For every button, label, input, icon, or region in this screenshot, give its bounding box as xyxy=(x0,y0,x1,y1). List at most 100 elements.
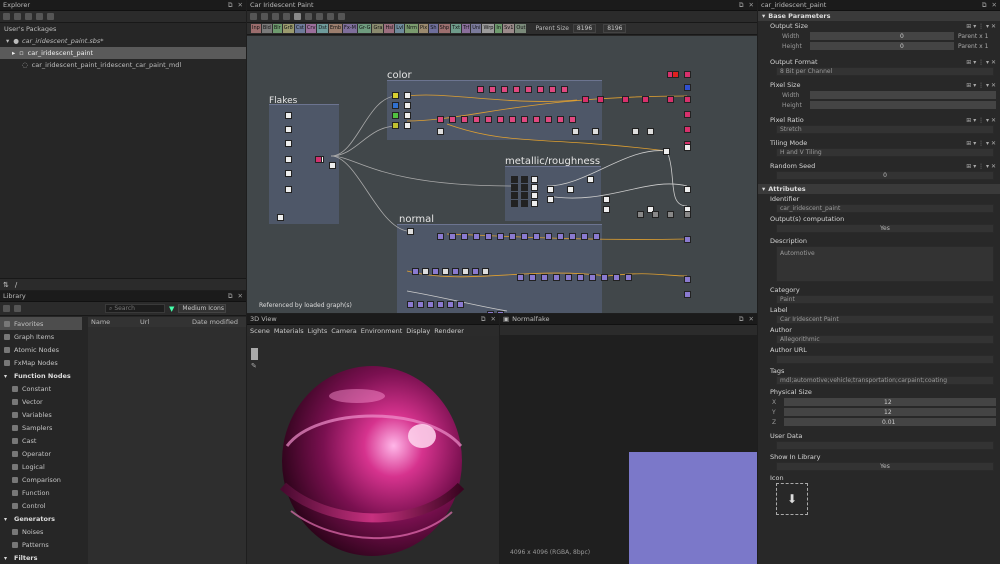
param-menu-icon[interactable]: ⊞ ▾ ⋮ ▾ ✕ xyxy=(966,163,996,170)
expand-icon[interactable]: ▾ xyxy=(6,37,9,45)
author-field[interactable]: Allegorithmic xyxy=(776,335,994,344)
column-name[interactable]: Name xyxy=(88,318,140,326)
graph-node[interactable] xyxy=(684,111,691,118)
graph-tool-icon[interactable] xyxy=(261,13,268,20)
node-tag[interactable]: Blr xyxy=(272,24,282,33)
graph-node[interactable] xyxy=(545,233,552,240)
graph-node[interactable] xyxy=(442,268,449,275)
pixel-width-slider[interactable] xyxy=(810,91,996,99)
graph-node[interactable] xyxy=(557,233,564,240)
graph-node[interactable] xyxy=(603,196,610,203)
graph-node[interactable] xyxy=(461,116,468,123)
library-category[interactable]: Operator xyxy=(0,447,82,460)
physical-y-slider[interactable]: 12 xyxy=(784,408,996,416)
graph-node[interactable] xyxy=(511,192,518,199)
node-tag[interactable]: Out xyxy=(515,24,527,33)
graph-node[interactable] xyxy=(521,192,528,199)
filter-funnel-icon[interactable]: ▼ xyxy=(169,305,174,313)
graph-node[interactable] xyxy=(582,96,589,103)
parent-size-select[interactable]: 8196 xyxy=(572,24,597,33)
pixel-height-slider[interactable] xyxy=(810,101,996,109)
base-parameters-header[interactable]: ▾ Base Parameters xyxy=(758,11,1000,21)
menu-environment[interactable]: Environment xyxy=(361,327,403,335)
node-tag[interactable]: Txt xyxy=(451,24,462,33)
graph-node[interactable] xyxy=(684,96,691,103)
graph-node[interactable] xyxy=(473,116,480,123)
graph-node[interactable] xyxy=(485,233,492,240)
graph-node[interactable] xyxy=(531,176,538,183)
graph-node[interactable] xyxy=(647,128,654,135)
graph-node[interactable] xyxy=(285,140,292,147)
user-data-field[interactable] xyxy=(776,441,994,450)
graph-node[interactable] xyxy=(404,122,411,129)
graph-node[interactable] xyxy=(437,116,444,123)
graph-node[interactable] xyxy=(404,112,411,119)
node-tag[interactable]: Crv xyxy=(305,24,317,33)
graph-node[interactable] xyxy=(285,112,292,119)
graph-node[interactable] xyxy=(533,116,540,123)
graph-node[interactable] xyxy=(581,233,588,240)
library-category[interactable]: ▾ Filters xyxy=(0,551,82,564)
graph-tool-icon[interactable] xyxy=(283,13,290,20)
graph-node[interactable] xyxy=(315,156,322,163)
graph-node[interactable] xyxy=(437,128,444,135)
graph-node[interactable] xyxy=(473,233,480,240)
graph-node[interactable] xyxy=(501,86,508,93)
library-category[interactable]: Comparison xyxy=(0,473,82,486)
graph-node[interactable] xyxy=(529,274,536,281)
graph-node[interactable] xyxy=(642,96,649,103)
library-category[interactable]: Vector xyxy=(0,395,82,408)
graph-tool-icon[interactable] xyxy=(327,13,334,20)
node-tag[interactable]: Nrm xyxy=(405,24,418,33)
graph-node[interactable] xyxy=(531,192,538,199)
library-category[interactable]: FxMap Nodes xyxy=(0,356,82,369)
graph-node[interactable] xyxy=(521,116,528,123)
graph-tool-icon[interactable] xyxy=(272,13,279,20)
node-tag[interactable]: Lvl xyxy=(395,24,405,33)
library-view-icon[interactable] xyxy=(14,305,21,312)
category-field[interactable]: Paint xyxy=(776,295,994,304)
tags-field[interactable]: mdl;automotive;vehicle;transportation;ca… xyxy=(776,376,994,385)
library-search-input[interactable]: ⌕ Search xyxy=(105,304,165,313)
float-icon[interactable]: ⧉ xyxy=(982,1,987,10)
menu-camera[interactable]: Camera xyxy=(331,327,357,335)
icon-size-select[interactable]: Medium Icons xyxy=(178,304,227,313)
graph-node[interactable] xyxy=(667,96,674,103)
graph-tool-icon[interactable] xyxy=(305,13,312,20)
close-icon[interactable]: ✕ xyxy=(992,1,997,10)
graph-node[interactable] xyxy=(567,186,574,193)
graph-node[interactable] xyxy=(404,102,411,109)
graph-node[interactable] xyxy=(547,196,554,203)
new-package-icon[interactable] xyxy=(3,13,10,20)
graph-node[interactable] xyxy=(613,274,620,281)
graph-node[interactable] xyxy=(521,233,528,240)
graph-node[interactable] xyxy=(437,233,444,240)
param-menu-icon[interactable]: ⊞ ▾ ⋮ ▾ ✕ xyxy=(966,140,996,147)
graph-node[interactable] xyxy=(549,86,556,93)
library-category[interactable]: Control xyxy=(0,499,82,512)
param-menu-icon[interactable]: ⊞ ▾ ⋮ ▾ ✕ xyxy=(966,23,996,30)
save-icon[interactable] xyxy=(36,13,43,20)
graph-node[interactable] xyxy=(593,233,600,240)
graph-node[interactable] xyxy=(589,274,596,281)
close-icon[interactable]: ✕ xyxy=(491,315,496,324)
publish-icon[interactable] xyxy=(25,13,32,20)
graph-node[interactable] xyxy=(485,116,492,123)
close-icon[interactable]: ✕ xyxy=(238,292,243,301)
graph-node[interactable] xyxy=(511,176,518,183)
param-menu-icon[interactable]: ⊞ ▾ ⋮ ▾ ✕ xyxy=(966,82,996,89)
physical-z-slider[interactable]: 0.01 xyxy=(784,418,996,426)
author-url-field[interactable] xyxy=(776,355,994,364)
graph-node[interactable] xyxy=(457,301,464,308)
graph-node[interactable] xyxy=(392,122,399,129)
float-icon[interactable]: ⧉ xyxy=(228,292,233,301)
float-icon[interactable]: ⧉ xyxy=(739,315,744,324)
graph-node[interactable] xyxy=(285,126,292,133)
graph-node[interactable] xyxy=(513,86,520,93)
menu-lights[interactable]: Lights xyxy=(308,327,328,335)
graph-node[interactable] xyxy=(449,233,456,240)
graph-node[interactable] xyxy=(407,301,414,308)
node-tag[interactable]: Hsl xyxy=(384,24,395,33)
node-tag[interactable]: In xyxy=(495,24,503,33)
graph-node[interactable] xyxy=(427,301,434,308)
